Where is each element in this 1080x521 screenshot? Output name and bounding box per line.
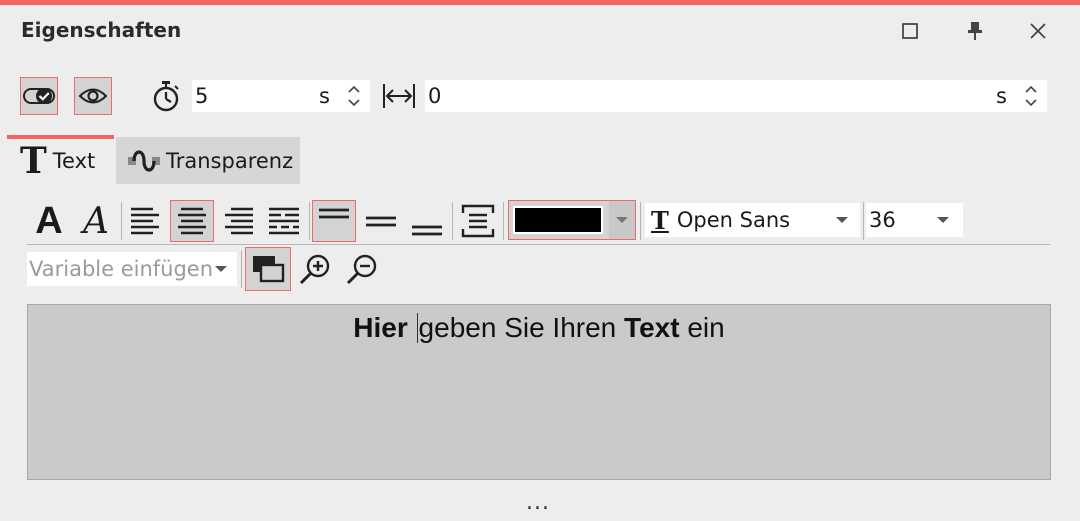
editor-word-ein: ein	[679, 312, 725, 343]
editor-text-normal: geben Sie Ihren	[418, 312, 625, 343]
duration-value: 5	[195, 84, 209, 108]
editor-word-hier: Hier	[353, 312, 408, 343]
visibility-button[interactable]	[74, 77, 112, 115]
toolbar-separator	[863, 202, 864, 240]
duration-unit: s	[319, 84, 330, 108]
editor-word-text: Text	[624, 312, 680, 343]
toolbar-separator	[452, 202, 453, 240]
font-name: Open Sans	[676, 208, 791, 232]
gap-field[interactable]: 0 s	[425, 80, 1047, 112]
layers-icon	[253, 256, 285, 283]
tab-text[interactable]: T Text	[20, 137, 95, 184]
italic-button[interactable]: A	[74, 200, 118, 242]
chevron-down-icon	[836, 217, 848, 223]
duration-spinner[interactable]	[344, 80, 364, 112]
valign-middle-button[interactable]	[359, 200, 403, 242]
chevron-down-icon	[937, 217, 949, 223]
font-family-select[interactable]: T Open Sans	[645, 203, 860, 237]
tab-transparenz-label: Transparenz	[166, 148, 294, 173]
chevron-down-icon	[616, 217, 628, 223]
gap-spinner[interactable]	[1021, 80, 1041, 112]
zoom-out-button[interactable]	[343, 250, 381, 288]
justify-icon	[269, 207, 299, 235]
eye-icon	[78, 88, 108, 104]
variable-placeholder: Variable einfügen	[29, 257, 214, 281]
fit-text-icon	[461, 204, 495, 238]
toolbar-divider	[27, 244, 1050, 245]
text-fit-button[interactable]	[456, 200, 500, 242]
spin-up-icon	[1025, 86, 1037, 93]
valign-top-button[interactable]	[312, 200, 356, 242]
close-icon	[1030, 23, 1046, 39]
text-editor[interactable]: Hier geben Sie Ihren Text ein	[27, 304, 1051, 480]
align-right-button[interactable]	[217, 200, 261, 242]
valign-top-icon	[319, 208, 349, 219]
pin-button[interactable]	[957, 14, 993, 48]
font-icon: T	[651, 205, 669, 235]
spin-down-icon	[1025, 99, 1037, 106]
align-center-icon	[178, 207, 206, 235]
toolbar-separator	[503, 202, 504, 240]
toolbar-separator	[309, 202, 310, 240]
align-left-button[interactable]	[123, 200, 167, 242]
maximize-button[interactable]	[892, 14, 928, 48]
gap-value: 0	[428, 84, 442, 108]
zoom-in-button[interactable]	[296, 250, 334, 288]
align-right-icon	[225, 207, 253, 235]
italic-icon: A	[83, 200, 109, 242]
valign-middle-icon	[366, 216, 396, 227]
tab-transparenz[interactable]: Transparenz	[116, 137, 300, 184]
font-size-value: 36	[869, 208, 896, 232]
editor-space	[408, 312, 416, 343]
zoom-out-icon	[346, 254, 377, 285]
text-cursor	[416, 313, 418, 343]
bold-icon: A	[35, 199, 63, 242]
spin-up-icon	[348, 86, 360, 93]
transparency-icon	[128, 149, 160, 172]
stopwatch-icon	[150, 79, 182, 113]
zoom-in-icon	[299, 254, 330, 285]
align-left-icon	[131, 207, 159, 235]
toolbar-separator	[241, 250, 242, 288]
toggle-active-button[interactable]	[20, 77, 58, 115]
accent-top-line	[0, 0, 1080, 5]
chevron-down-icon	[215, 266, 227, 272]
tab-text-label: Text	[52, 148, 96, 173]
text-color-picker[interactable]	[508, 200, 636, 240]
maximize-icon	[902, 23, 918, 39]
font-size-select[interactable]: 36	[866, 203, 963, 237]
align-center-button[interactable]	[170, 200, 214, 242]
spin-down-icon	[348, 99, 360, 106]
toggle-check-icon	[23, 88, 55, 104]
gap-icon	[380, 80, 418, 112]
panel-title: Eigenschaften	[21, 18, 182, 42]
toolbar-separator	[640, 202, 641, 240]
variable-insert-select[interactable]: Variable einfügen	[27, 252, 237, 286]
toolbar-separator	[121, 202, 122, 240]
gap-unit: s	[996, 84, 1007, 108]
more-options-handle[interactable]: ...	[526, 490, 550, 515]
justify-button[interactable]	[262, 200, 306, 242]
color-dropdown-arrow[interactable]	[609, 201, 635, 239]
text-tab-icon: T	[20, 139, 47, 182]
bold-button[interactable]: A	[27, 200, 71, 242]
valign-bottom-button[interactable]	[405, 200, 449, 242]
duration-field[interactable]: 5 s	[192, 80, 370, 112]
color-swatch	[513, 206, 603, 234]
close-button[interactable]	[1020, 14, 1056, 48]
valign-bottom-icon	[412, 225, 442, 236]
text-background-button[interactable]	[245, 247, 291, 291]
pin-icon	[968, 22, 982, 40]
